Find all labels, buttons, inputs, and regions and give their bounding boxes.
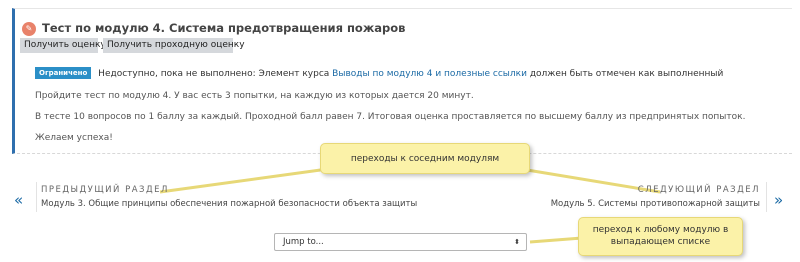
prev-section-arrow[interactable]: « <box>14 191 23 209</box>
nav-divider-right <box>766 182 767 212</box>
callout-any-module-line2: выпадающем списке <box>610 237 711 247</box>
next-section-arrow[interactable]: » <box>774 191 783 209</box>
jump-to-select[interactable]: Jump to... ⬍ <box>274 233 527 251</box>
callout-neighbor-modules: переходы к соседним модулям <box>320 143 530 174</box>
description-line-1: Пройдите тест по модулю 4. У вас есть 3 … <box>35 91 474 101</box>
nav-divider-left <box>36 182 37 212</box>
arrow-to-prev-section <box>159 166 336 194</box>
activity-title[interactable]: Тест по модулю 4. Система предотвращения… <box>42 21 405 35</box>
prev-section-link[interactable]: Модуль 3. Общие принципы обеспечения пож… <box>41 199 417 209</box>
callout-any-module: переход к любому модулю в выпадающем спи… <box>578 217 743 256</box>
restriction-text-after: должен быть отмечен как выполненный <box>529 69 724 79</box>
get-passing-grade-button[interactable]: Получить проходную оценку <box>103 38 245 53</box>
restriction-info: Ограничено Недоступно, пока не выполнено… <box>35 67 723 79</box>
description-line-2: В тесте 10 вопросов по 1 баллу за каждый… <box>35 112 746 122</box>
get-grade-button[interactable]: Получить оценку <box>20 38 106 53</box>
next-section-link[interactable]: Модуль 5. Системы противопожарной защиты <box>551 199 760 209</box>
callout-any-module-line1: переход к любому модулю в <box>592 225 729 235</box>
restriction-link[interactable]: Выводы по модулю 4 и полезные ссылки <box>332 69 527 79</box>
select-caret-icon: ⬍ <box>514 238 520 246</box>
jump-to-value: Jump to... <box>283 237 324 247</box>
description-line-3: Желаем успеха! <box>35 133 113 143</box>
next-section-heading: СЛЕДУЮЩИЙ РАЗДЕЛ <box>637 185 760 195</box>
quiz-icon: ✎ <box>22 22 36 36</box>
prev-section-heading: ПРЕДЫДУЩИЙ РАЗДЕЛ <box>41 185 169 195</box>
quiz-activity: ✎ Тест по модулю 4. Система предотвращен… <box>12 8 792 154</box>
restricted-badge: Ограничено <box>35 67 92 79</box>
arrow-to-jump-select <box>529 236 583 244</box>
restriction-text-before: Недоступно, пока не выполнено: Элемент к… <box>98 69 330 79</box>
